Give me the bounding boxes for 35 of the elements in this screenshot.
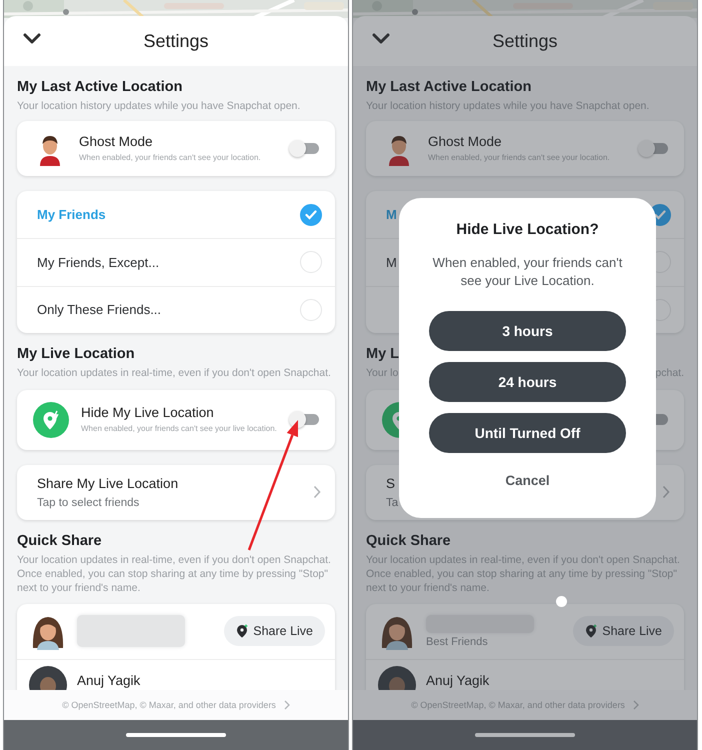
setting-title: Share My Live Location	[37, 476, 178, 491]
option-label: My Friends, Except...	[37, 254, 160, 270]
option-label: My Friends	[37, 207, 106, 222]
section-title: My Live Location	[17, 344, 135, 363]
friend-name: Anuj Yagik	[77, 673, 142, 688]
screen-title: Settings	[492, 30, 558, 52]
section-description: Your lo	[366, 366, 398, 380]
section-description: Your location updates in real-time, even if you don't open Snapchat. Once enabled, you can stop sharing at any time by pressing "Stop" next to your friend's name.	[17, 552, 332, 595]
option-label: M	[386, 254, 397, 270]
dialog-title: Hide Live Location?	[456, 220, 599, 240]
setting-title: Hide My Live Location	[81, 405, 214, 420]
section-description: pchat.	[655, 366, 684, 380]
section-title: My L	[366, 344, 400, 363]
option-label: Only These Friends...	[37, 302, 162, 318]
section-description: Your location updates in real-time, even if you don't open Snapchat.	[17, 366, 332, 380]
setting-description: When enabled, your friends can't see your location.	[428, 152, 610, 163]
setting-description: When enabled, your friends can't see your location.	[79, 152, 261, 163]
section-title: My Last Active Location	[366, 78, 532, 96]
setting-title: Ghost Mode	[428, 134, 502, 149]
option-label: M	[386, 207, 397, 222]
section-title: Quick Share	[17, 532, 102, 550]
section-title: My Last Active Location	[17, 78, 182, 96]
section-description: Your location history updates while you have Snapchat open.	[366, 99, 650, 113]
friend-name: Anuj Yagik	[426, 673, 490, 688]
setting-description: Ta	[386, 496, 398, 509]
section-description: Your location history updates while you have Snapchat open.	[17, 99, 302, 113]
setting-title: S	[386, 476, 396, 491]
section-title: Quick Share	[366, 532, 451, 550]
setting-description: Tap to select friends	[37, 496, 140, 509]
section-description: Your location updates in real-time, even if you don't open Snapchat. Once enabled, you can stop sharing at any time by pressing "Stop" next to your friend's name.	[366, 552, 681, 595]
screen-title: Settings	[143, 30, 209, 52]
dialog-message: When enabled, your friends can't see your Live Location.	[432, 254, 624, 290]
setting-description: When enabled, your friends can't see your live location.	[81, 423, 277, 434]
setting-title: Ghost Mode	[79, 134, 153, 149]
friend-status: Best Friends	[426, 636, 489, 648]
